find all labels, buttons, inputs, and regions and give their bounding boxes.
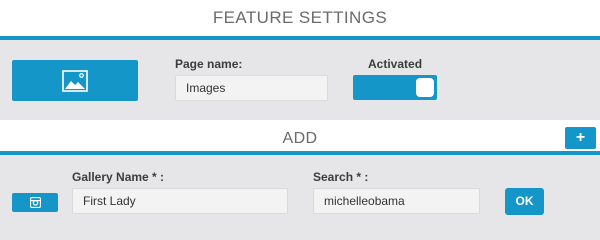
instagram-icon	[29, 197, 41, 208]
add-button[interactable]: +	[565, 127, 596, 149]
gallery-name-label: Gallery Name * :	[72, 170, 165, 184]
feature-image-button[interactable]	[12, 60, 138, 101]
add-section-title: ADD	[282, 130, 318, 147]
toggle-knob	[416, 78, 434, 97]
search-input[interactable]	[313, 188, 480, 214]
activated-toggle[interactable]	[353, 75, 437, 100]
ok-button[interactable]: OK	[505, 188, 544, 215]
activated-label: Activated	[368, 57, 423, 71]
page-name-input[interactable]	[175, 75, 328, 101]
source-instagram-button[interactable]	[12, 193, 58, 212]
page-title: FEATURE SETTINGS	[212, 8, 388, 27]
image-icon	[62, 69, 88, 92]
search-label: Search * :	[313, 170, 369, 184]
page-name-label: Page name:	[175, 57, 243, 71]
gallery-name-input[interactable]	[72, 188, 288, 214]
